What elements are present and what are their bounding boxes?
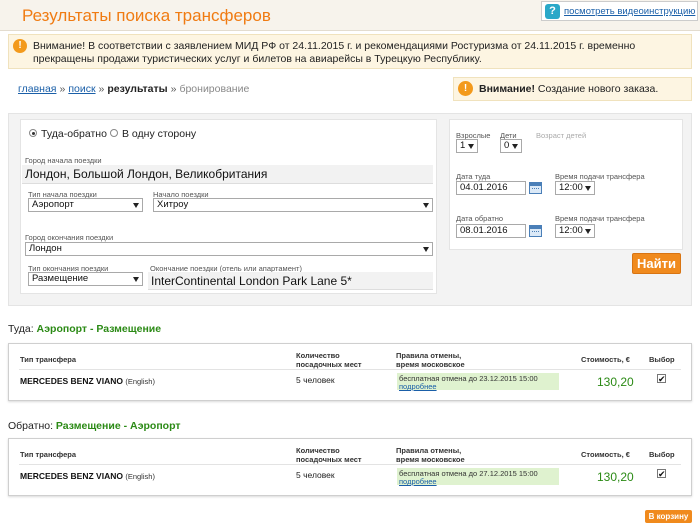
calendar-icon[interactable]: [529, 225, 542, 237]
one-way-radio[interactable]: [110, 129, 118, 137]
time-back-label: Время подачи трансфера: [555, 214, 645, 223]
car-model: MERCEDES BENZ VIANO (English): [20, 471, 155, 481]
to-city-select[interactable]: Лондон: [25, 242, 433, 256]
breadcrumb-booking: бронирование: [179, 83, 250, 95]
cancel-rule: бесплатная отмена до 23.12.2015 15:00 по…: [397, 373, 559, 391]
chevron-down-icon: [423, 247, 429, 252]
col-transfer-type: Тип трансфера: [20, 450, 77, 459]
col-cancel-rules: Правила отмены, время московское: [396, 446, 465, 464]
col-cost: Стоимость, €: [581, 450, 630, 459]
start-place-select[interactable]: Хитроу: [153, 198, 433, 212]
breadcrumb-separator: »: [59, 83, 66, 95]
row-divider: [19, 464, 681, 465]
alert-text: Внимание! В соответствии с заявлением МИ…: [33, 40, 636, 65]
price: 130,20: [597, 470, 634, 484]
video-instruction-link[interactable]: посмотреть видеоинструкцию: [564, 6, 695, 17]
help-icon: ?: [545, 4, 560, 19]
calendar-icon[interactable]: [529, 182, 542, 194]
from-city-input[interactable]: Лондон, Большой Лондон, Великобритания: [22, 165, 433, 184]
chevron-down-icon: [468, 144, 474, 149]
warning-icon: !: [13, 39, 27, 53]
return-section-title: Обратно: Размещение - Аэропорт: [8, 420, 181, 432]
col-seats: Количество посадочных мест: [296, 446, 362, 464]
children-age-label: Возраст детей: [536, 131, 587, 140]
outbound-results-table: Тип трансфера Количество посадочных мест …: [8, 343, 692, 401]
breadcrumb: главная» поиск» результаты» бронирование: [18, 83, 249, 95]
outbound-section-title: Туда: Аэропорт - Размещение: [8, 323, 162, 335]
return-results-table: Тип трансфера Количество посадочных мест …: [8, 438, 692, 496]
time-back-select[interactable]: 12:00: [555, 224, 595, 238]
breadcrumb-home[interactable]: главная: [18, 83, 56, 95]
col-cost: Стоимость, €: [581, 355, 630, 364]
time-there-label: Время подачи трансфера: [555, 172, 645, 181]
select-checkbox[interactable]: ✔: [657, 374, 666, 384]
chevron-down-icon: [133, 203, 139, 208]
col-transfer-type: Тип трансфера: [20, 355, 77, 364]
video-instruction-box[interactable]: ? посмотреть видеоинструкцию: [541, 1, 698, 21]
warning-icon: !: [458, 81, 473, 96]
cancel-rule: бесплатная отмена до 27.12.2015 15:00 по…: [397, 468, 559, 486]
chevron-down-icon: [133, 277, 139, 282]
one-way-label: В одну сторону: [122, 128, 197, 140]
end-type-select[interactable]: Размещение: [28, 272, 143, 286]
round-trip-label: Туда-обратно: [41, 128, 107, 140]
adults-select[interactable]: 1: [456, 139, 478, 153]
page-title: Результаты поиска трансферов: [22, 6, 271, 25]
from-city-label: Город начала поездки: [25, 156, 102, 165]
chevron-down-icon: [585, 186, 591, 191]
new-order-warning: ! Внимание! Создание нового заказа.: [453, 77, 692, 101]
children-select[interactable]: 0: [500, 139, 522, 153]
chevron-down-icon: [423, 203, 429, 208]
date-back-input[interactable]: 08.01.2016: [456, 224, 526, 238]
seats-count: 5 человек: [296, 375, 335, 385]
round-trip-radio[interactable]: [29, 129, 37, 137]
new-order-warning-text: Внимание! Создание нового заказа.: [479, 83, 659, 95]
details-link[interactable]: подробнее: [399, 382, 437, 391]
col-select: Выбор: [649, 450, 675, 459]
start-type-select[interactable]: Аэропорт: [28, 198, 143, 212]
breadcrumb-separator: »: [98, 83, 105, 95]
breadcrumb-results: результаты: [107, 83, 168, 95]
chevron-down-icon: [585, 229, 591, 234]
date-there-label: Дата туда: [456, 172, 491, 181]
details-link[interactable]: подробнее: [399, 477, 437, 486]
breadcrumb-search[interactable]: поиск: [68, 83, 95, 95]
time-there-select[interactable]: 12:00: [555, 181, 595, 195]
seats-count: 5 человек: [296, 470, 335, 480]
add-to-cart-button[interactable]: В корзину: [645, 510, 692, 523]
col-seats: Количество посадочных мест: [296, 351, 362, 369]
car-model: MERCEDES BENZ VIANO (English): [20, 376, 155, 386]
page-header: Результаты поиска трансферов ? посмотрет…: [0, 0, 700, 31]
col-cancel-rules: Правила отмены, время московское: [396, 351, 465, 369]
end-place-input[interactable]: InterContinental London Park Lane 5*: [148, 272, 433, 290]
row-divider: [19, 369, 681, 370]
date-there-input[interactable]: 04.01.2016: [456, 181, 526, 195]
select-checkbox[interactable]: ✔: [657, 469, 666, 479]
find-button[interactable]: Найти: [632, 253, 681, 274]
chevron-down-icon: [512, 144, 518, 149]
col-select: Выбор: [649, 355, 675, 364]
alert-banner: ! Внимание! В соответствии с заявлением …: [8, 34, 692, 69]
breadcrumb-separator: »: [170, 83, 177, 95]
date-back-label: Дата обратно: [456, 214, 504, 223]
price: 130,20: [597, 375, 634, 389]
to-city-label: Город окончания поездки: [25, 233, 114, 242]
